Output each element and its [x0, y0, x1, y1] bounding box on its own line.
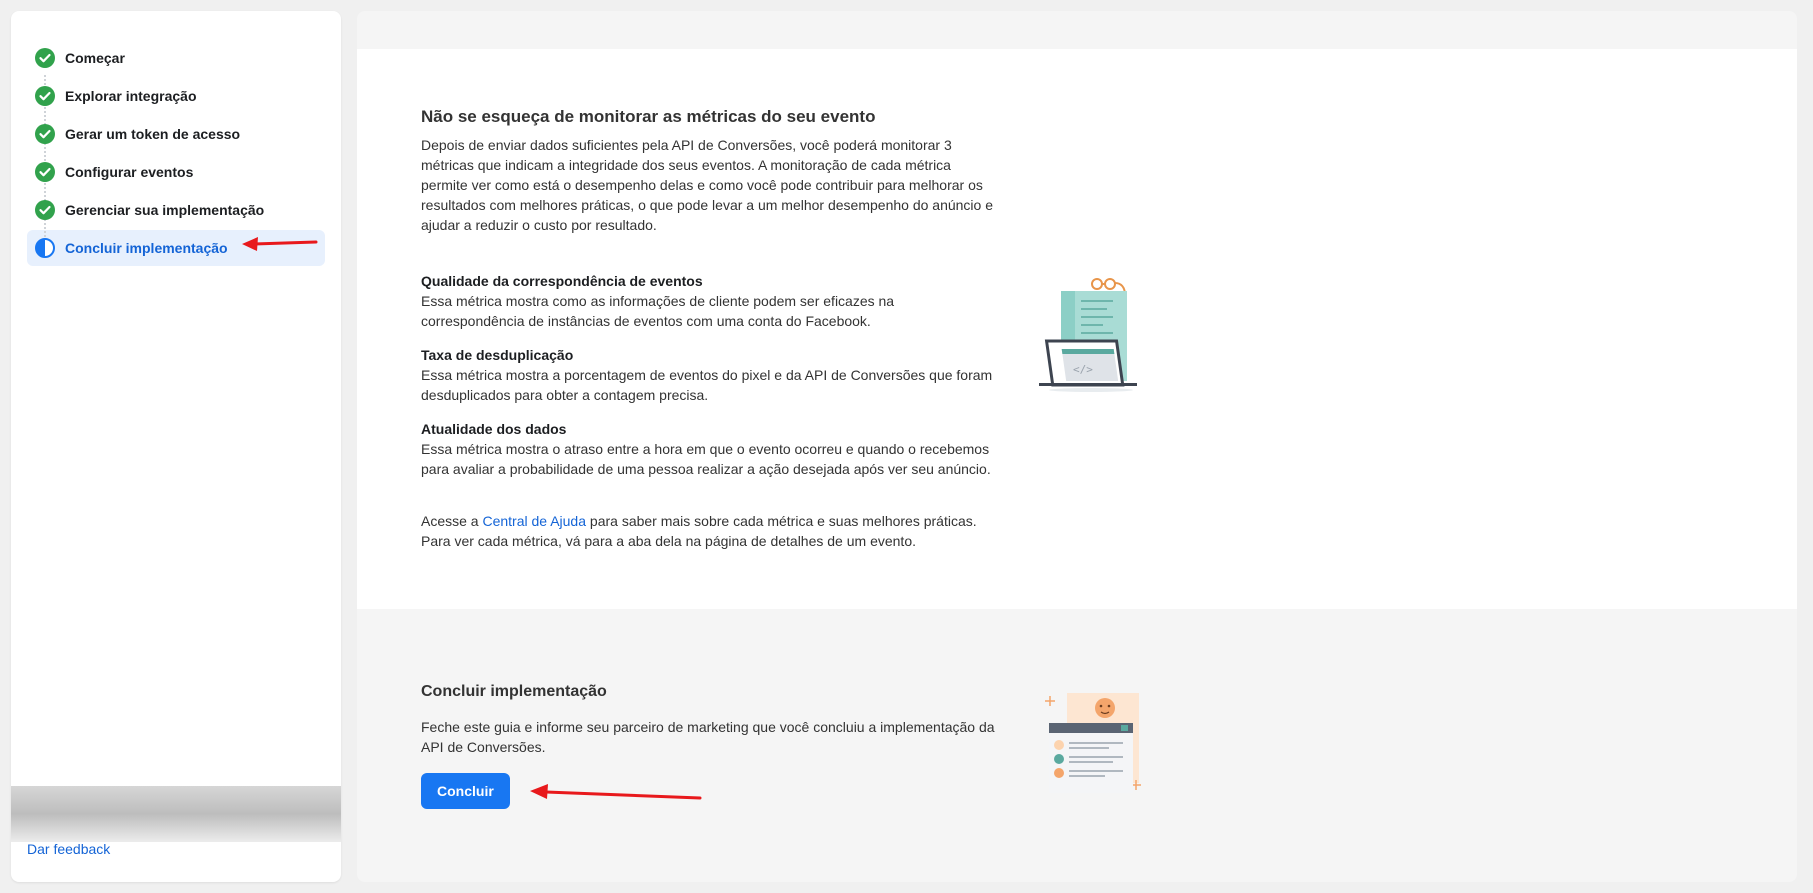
metric-item: Atualidade dos dados Essa métrica mostra… [421, 421, 996, 479]
metrics-section: Não se esqueça de monitorar as métricas … [421, 107, 996, 551]
metrics-title: Não se esqueça de monitorar as métricas … [421, 107, 876, 126]
step-label: Gerar um token de acesso [65, 126, 241, 142]
step-comecar[interactable]: Começar [27, 39, 325, 77]
help-text: Acesse a Central de Ajuda para saber mai… [421, 511, 996, 551]
metrics-intro: Depois de enviar dados suficientes pela … [421, 137, 993, 233]
metric-description: Essa métrica mostra como as informações … [421, 293, 895, 329]
checkmark-icon [35, 162, 55, 182]
server-laptop-illustration: </> [1039, 278, 1137, 392]
main-panel: Não se esqueça de monitorar as métricas … [357, 11, 1797, 882]
steps-list: Começar Explorar integração Gerar um tok… [11, 11, 341, 266]
half-circle-progress-icon [35, 238, 55, 258]
metric-title: Atualidade dos dados [421, 421, 567, 437]
metric-item: Qualidade da correspondência de eventos … [421, 273, 996, 331]
svg-text:</>: </> [1073, 363, 1093, 376]
checkmark-icon [35, 200, 55, 220]
metric-description: Essa métrica mostra a porcentagem de eve… [421, 367, 993, 403]
step-label: Gerenciar sua implementação [65, 202, 265, 218]
scroll-fade [11, 786, 341, 842]
metric-item: Taxa de desduplicação Essa métrica mostr… [421, 347, 996, 405]
help-center-link[interactable]: Central de Ajuda [482, 513, 586, 529]
checkmark-icon [35, 86, 55, 106]
steps-sidebar: Começar Explorar integração Gerar um tok… [11, 11, 341, 882]
annotation-arrow [530, 784, 702, 800]
checklist-illustration [1045, 693, 1141, 793]
step-label: Configurar eventos [65, 164, 194, 180]
step-label: Explorar integração [65, 88, 197, 104]
checkmark-icon [35, 124, 55, 144]
step-label: Começar [65, 50, 125, 66]
metric-title: Taxa de desduplicação [421, 347, 574, 363]
step-configurar-eventos[interactable]: Configurar eventos [27, 153, 325, 191]
checkmark-icon [35, 48, 55, 68]
step-gerenciar-implementacao[interactable]: Gerenciar sua implementação [27, 191, 325, 229]
concluir-button[interactable]: Concluir [421, 773, 510, 809]
step-gerar-token[interactable]: Gerar um token de acesso [27, 115, 325, 153]
finish-title: Concluir implementação [421, 683, 607, 700]
finish-section: Concluir implementação Feche este guia e… [421, 683, 996, 809]
step-label: Concluir implementação [65, 240, 228, 256]
step-explorar-integracao[interactable]: Explorar integração [27, 77, 325, 115]
annotation-arrow [242, 237, 318, 251]
metric-title: Qualidade da correspondência de eventos [421, 273, 703, 289]
finish-description: Feche este guia e informe seu parceiro d… [421, 719, 995, 755]
metric-description: Essa métrica mostra o atraso entre a hor… [421, 441, 991, 477]
help-prefix: Acesse a [421, 513, 483, 529]
feedback-link[interactable]: Dar feedback [27, 841, 110, 857]
